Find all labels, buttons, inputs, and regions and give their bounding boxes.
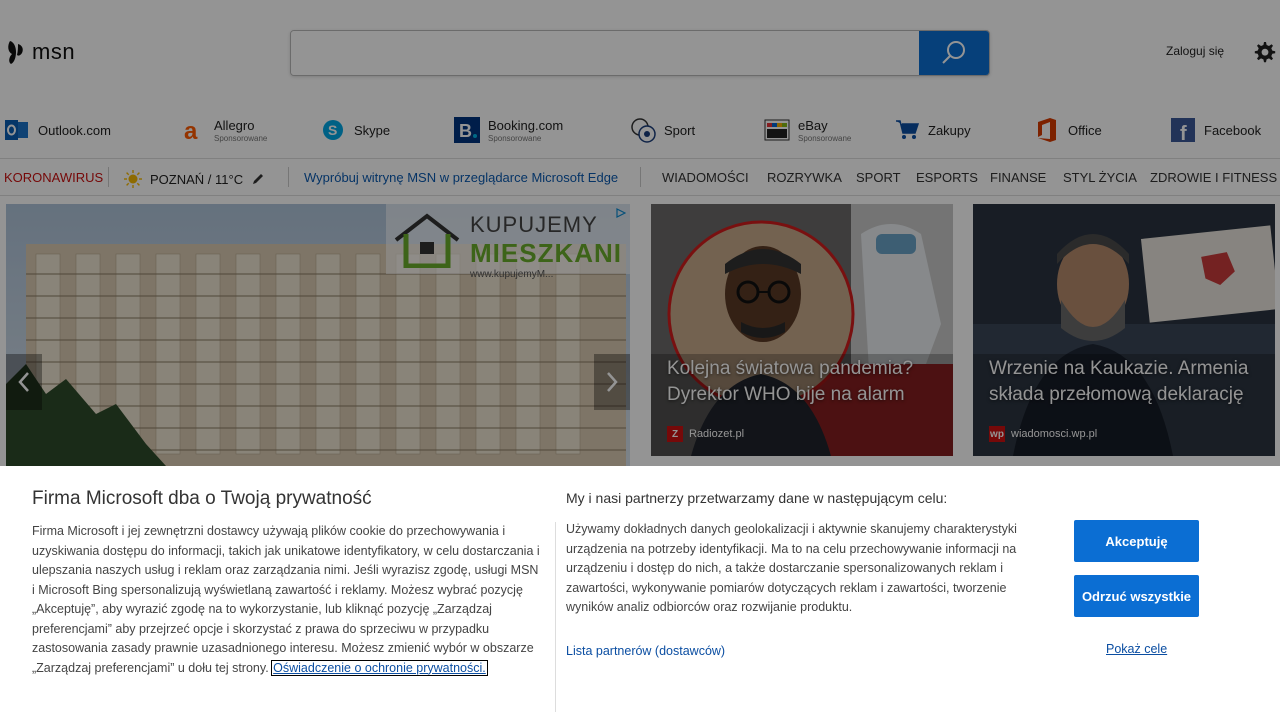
consent-description: Firma Microsoft i jej zewnętrzni dostawc… xyxy=(32,522,544,678)
privacy-consent-banner: Firma Microsoft dba o Twoją prywatność F… xyxy=(0,466,1280,720)
purposes-title: My i nasi partnerzy przetwarzamy dane w … xyxy=(566,490,948,506)
partners-list-link[interactable]: Lista partnerów (dostawców) xyxy=(566,644,725,658)
purposes-text: Używamy dokładnych danych geolokalizacji… xyxy=(566,522,1017,614)
accept-button[interactable]: Akceptuję xyxy=(1074,520,1199,562)
modal-backdrop xyxy=(0,0,1280,466)
consent-title: Firma Microsoft dba o Twoją prywatność xyxy=(32,488,372,509)
reject-all-button[interactable]: Odrzuć wszystkie xyxy=(1074,575,1199,617)
consent-text: Firma Microsoft i jej zewnętrzni dostawc… xyxy=(32,524,540,675)
privacy-statement-link[interactable]: Oświadczenie o ochronie prywatności. xyxy=(271,659,488,676)
show-purposes-link[interactable]: Pokaż cele xyxy=(1106,642,1167,656)
divider xyxy=(555,522,556,712)
